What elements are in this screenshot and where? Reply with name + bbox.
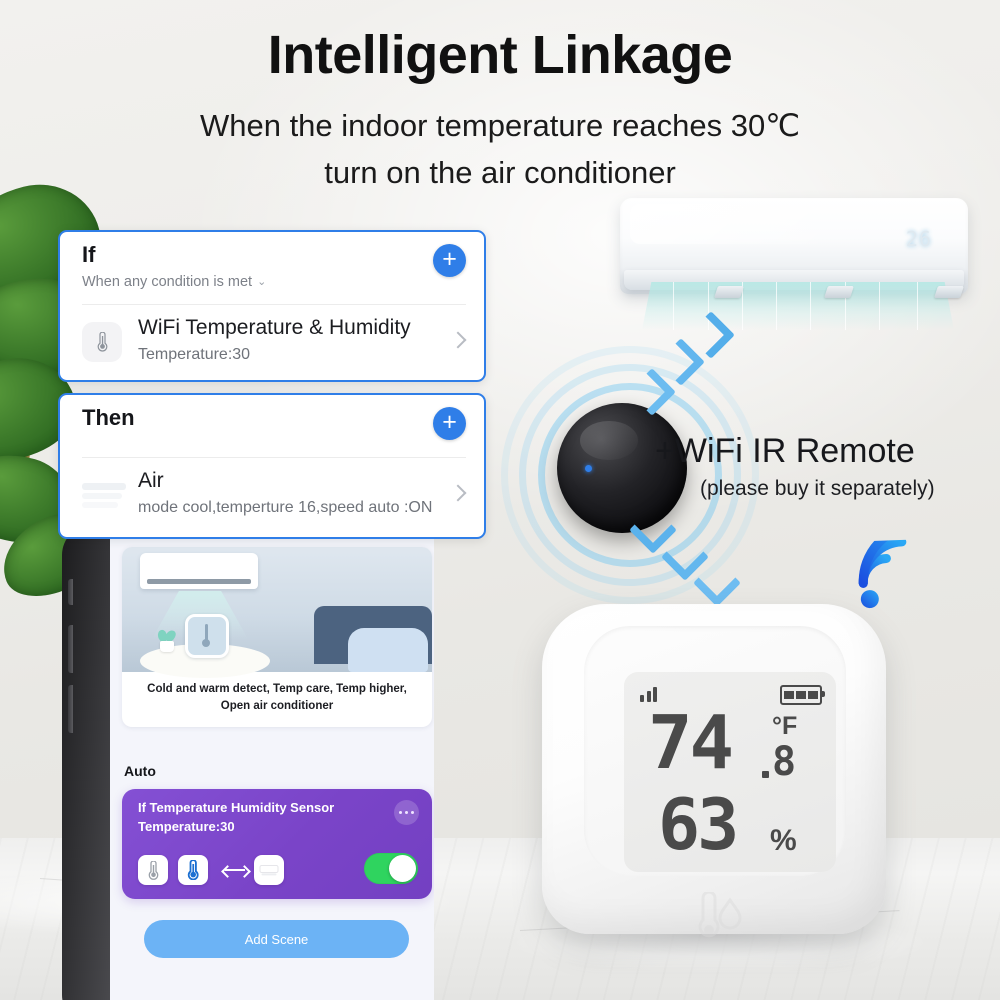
then-card-title: Then — [82, 405, 135, 430]
illustration-plant — [155, 628, 178, 652]
phone-screen: Cold and warm detect, Temp care, Temp hi… — [110, 535, 434, 1000]
then-card-header: Then + — [60, 395, 484, 459]
if-card-header: If When any condition is met ⌄ + — [60, 232, 484, 296]
auto-section-label: Auto — [124, 763, 156, 779]
link-arrow-icon — [221, 864, 248, 878]
smartphone-mockup: Cold and warm detect, Temp care, Temp hi… — [62, 525, 434, 1000]
then-action-card: Then + Air mode cool,temperture 16,speed… — [58, 393, 486, 539]
then-row-title: Air — [138, 469, 164, 492]
automation-enable-toggle[interactable] — [364, 853, 418, 884]
tile-icon-air-conditioner — [254, 855, 284, 885]
add-action-button[interactable]: + — [433, 407, 466, 440]
phone-mute-button[interactable] — [68, 579, 73, 605]
illustration-pillow — [348, 628, 428, 672]
temperature-decimal-value: 8 — [772, 739, 797, 785]
automation-tile-menu-button[interactable] — [394, 800, 419, 825]
automation-tile-title: If Temperature Humidity Sensor — [138, 800, 335, 815]
air-vent-fin — [824, 286, 854, 298]
if-card-condition-selector[interactable]: When any condition is met ⌄ — [82, 274, 266, 290]
subtitle-line-1: When the indoor temperature reaches 30℃ — [199, 108, 801, 143]
air-vent-fin — [934, 286, 964, 298]
if-card-condition-text: When any condition is met — [82, 274, 253, 290]
humidity-value: 63 — [658, 784, 739, 866]
tile-icon-sensor — [138, 855, 168, 885]
divider — [82, 304, 466, 305]
air-vent-fin — [714, 286, 744, 298]
temperature-whole-value: 74 — [648, 700, 734, 786]
then-row-description: mode cool,temperture 16,speed auto :ON — [138, 499, 433, 516]
temperature-decimal-point — [762, 771, 769, 778]
subtitle-line-2: turn on the air conditioner — [324, 155, 676, 190]
illustration-sensor — [185, 614, 229, 658]
add-scene-button[interactable]: Add Scene — [144, 920, 409, 958]
air-conditioner-display: 26 — [905, 227, 932, 251]
if-row-title: WiFi Temperature & Humidity — [138, 316, 411, 339]
sensor-lcd-screen: 74 °F 8 63 % — [624, 672, 836, 872]
thermometer-humidity-icon — [685, 890, 743, 944]
if-row-description: Temperature:30 — [138, 346, 251, 363]
scene-banner-card[interactable]: Cold and warm detect, Temp care, Temp hi… — [122, 547, 432, 727]
ir-led-indicator — [585, 465, 592, 472]
temperature-unit: °F — [772, 712, 798, 740]
temperature-humidity-sensor: 74 °F 8 63 % — [528, 590, 900, 940]
illustration-bed — [302, 606, 432, 672]
air-flow-graphic — [642, 282, 954, 330]
poster-canvas: Intelligent Linkage When the indoor temp… — [0, 0, 1000, 1000]
air-conditioner-icon — [82, 483, 126, 509]
then-card-row[interactable]: Air mode cool,temperture 16,speed auto :… — [60, 463, 484, 533]
toggle-knob — [389, 855, 416, 882]
scene-caption-line-2: Open air conditioner — [220, 700, 334, 713]
chevron-right-icon — [449, 484, 467, 502]
illustration-air-conditioner — [140, 553, 258, 589]
phone-volume-down-button[interactable] — [68, 685, 73, 733]
if-condition-card: If When any condition is met ⌄ + WiFi Tem… — [58, 230, 486, 382]
page-title: Intelligent Linkage — [267, 25, 733, 85]
phone-volume-up-button[interactable] — [68, 625, 73, 673]
divider — [82, 457, 466, 458]
automation-tile[interactable]: If Temperature Humidity Sensor Temperatu… — [122, 789, 432, 899]
battery-full-icon — [780, 685, 825, 705]
chevron-right-icon — [449, 331, 467, 349]
thermometer-icon — [82, 322, 122, 362]
automation-tile-subtitle: Temperature:30 — [138, 819, 235, 834]
humidity-unit: % — [770, 824, 797, 857]
chevron-down-icon: ⌄ — [257, 276, 267, 288]
air-conditioner-unit: 26 — [620, 198, 968, 294]
add-condition-button[interactable]: + — [433, 244, 466, 277]
scene-illustration — [122, 547, 432, 678]
ir-remote-note: (please buy it separately) — [700, 477, 935, 500]
ir-remote-title: +WiFi IR Remote — [655, 432, 915, 470]
if-card-title: If — [82, 242, 96, 267]
tile-icon-temperature — [178, 855, 208, 885]
scene-caption: Cold and warm detect, Temp care, Temp hi… — [122, 672, 432, 727]
if-card-row[interactable]: WiFi Temperature & Humidity Temperature:… — [60, 310, 484, 380]
scene-caption-line-1: Cold and warm detect, Temp care, Temp hi… — [147, 683, 407, 695]
